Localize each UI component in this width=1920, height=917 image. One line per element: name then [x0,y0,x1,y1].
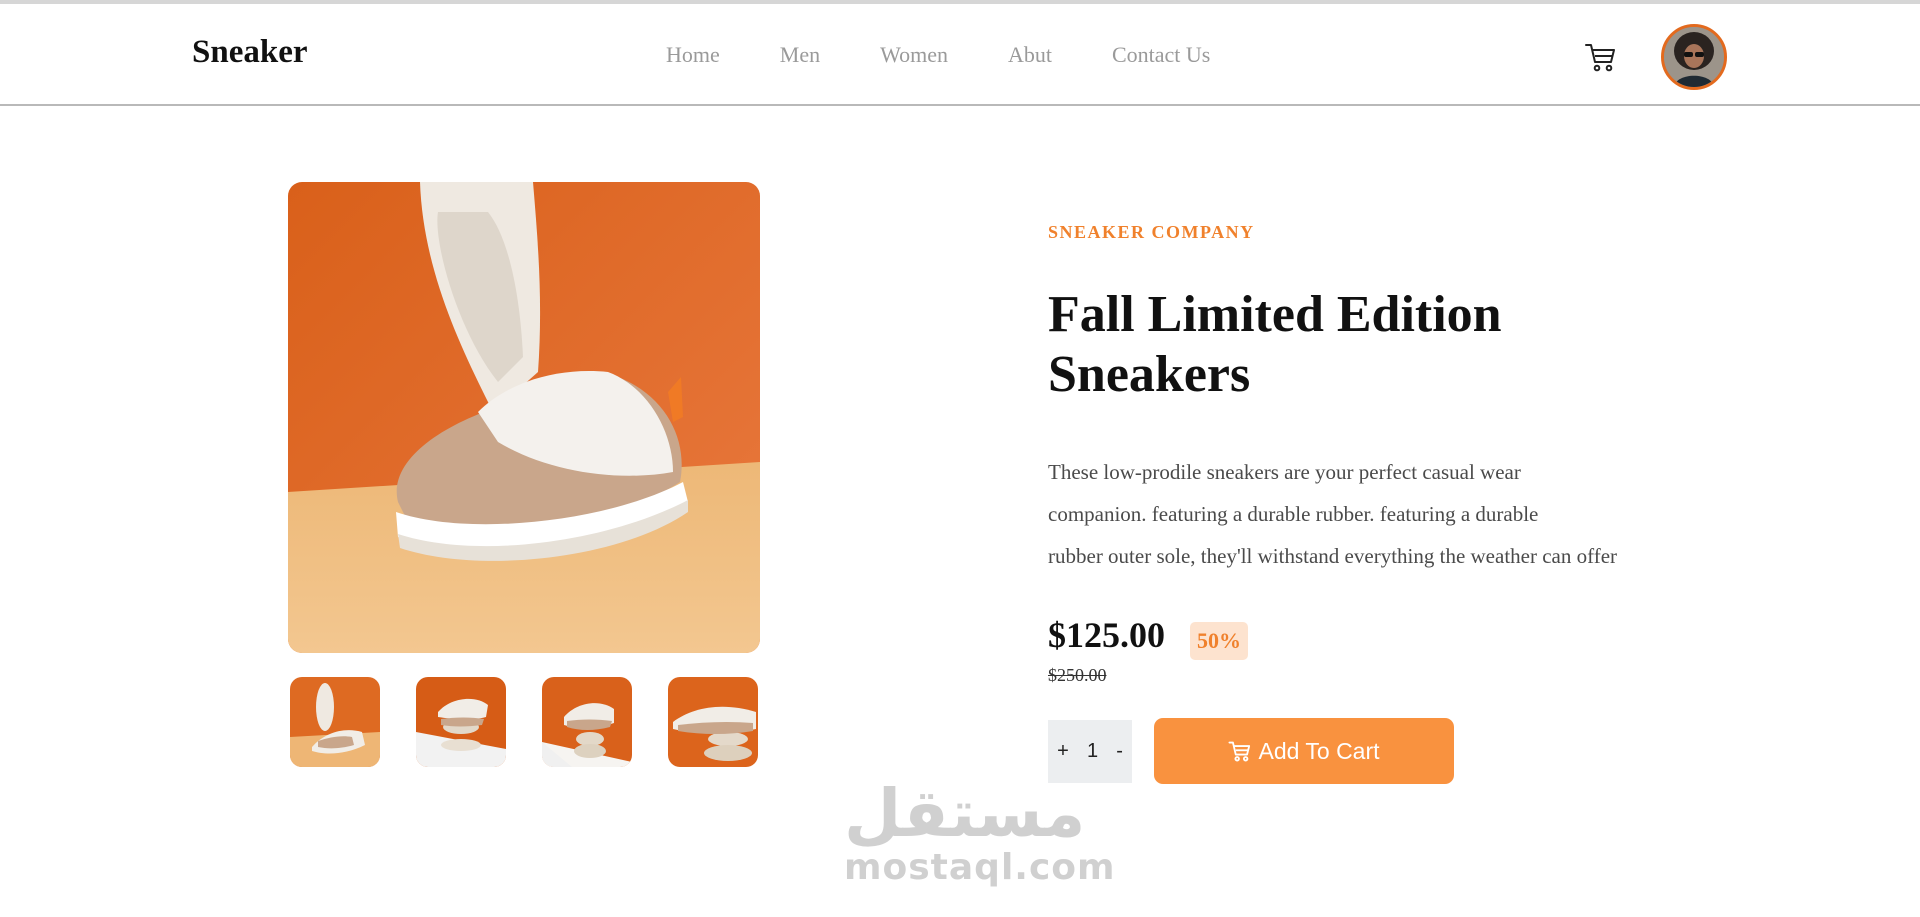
description-line-2: companion. featuring a durable rubber. f… [1048,502,1539,526]
current-price: $125.00 [1048,615,1165,655]
description-line-1: These low-prodile sneakers are your perf… [1048,460,1521,484]
cart-icon-graphic [1585,44,1615,72]
thumbnail-1[interactable] [290,677,380,767]
navbar: Sneaker Home Men Women Abut Contact Us [0,4,1920,106]
product-title: Fall Limited Edition Sneakers [1048,286,1502,403]
discount-badge: 50% [1190,622,1248,660]
watermark-latin: mostaql.com [844,847,1116,888]
nav-link-women[interactable]: Women [880,42,948,68]
quantity-decrease-button[interactable]: - [1116,740,1123,763]
quantity-stepper: + 1 - [1048,720,1132,783]
user-avatar[interactable] [1661,24,1727,90]
nav-links: Home Men Women Abut Contact Us [666,42,1270,68]
nav-link-about[interactable]: Abut [1008,42,1052,68]
quantity-value: 1 [1086,740,1099,762]
product-main-image [288,182,760,653]
company-name: SNEAKER COMPANY [1048,222,1255,242]
nav-link-contact[interactable]: Contact Us [1112,42,1210,68]
nav-link-home[interactable]: Home [666,42,720,68]
watermark: مستقل mostaql.com [844,775,1116,888]
description-line-3: rubber outer sole, they'll withstand eve… [1048,544,1618,568]
thumbnail-3[interactable] [542,677,632,767]
logo[interactable]: Sneaker [192,34,308,71]
quantity-increase-button[interactable]: + [1057,740,1069,763]
add-to-cart-button[interactable]: Add To Cart [1154,718,1454,784]
thumbnail-4[interactable] [668,677,758,767]
nav-link-men[interactable]: Men [780,42,820,68]
thumbnail-2[interactable] [416,677,506,767]
avatar-image [1664,27,1724,87]
original-price: $250.00 [1048,665,1107,685]
add-to-cart-label: Add To Cart [1258,737,1380,764]
cart-icon[interactable] [1584,40,1618,74]
thumbnail-gallery [290,677,794,767]
cart-icon [1228,741,1251,762]
watermark-arabic: مستقل [844,775,1086,852]
